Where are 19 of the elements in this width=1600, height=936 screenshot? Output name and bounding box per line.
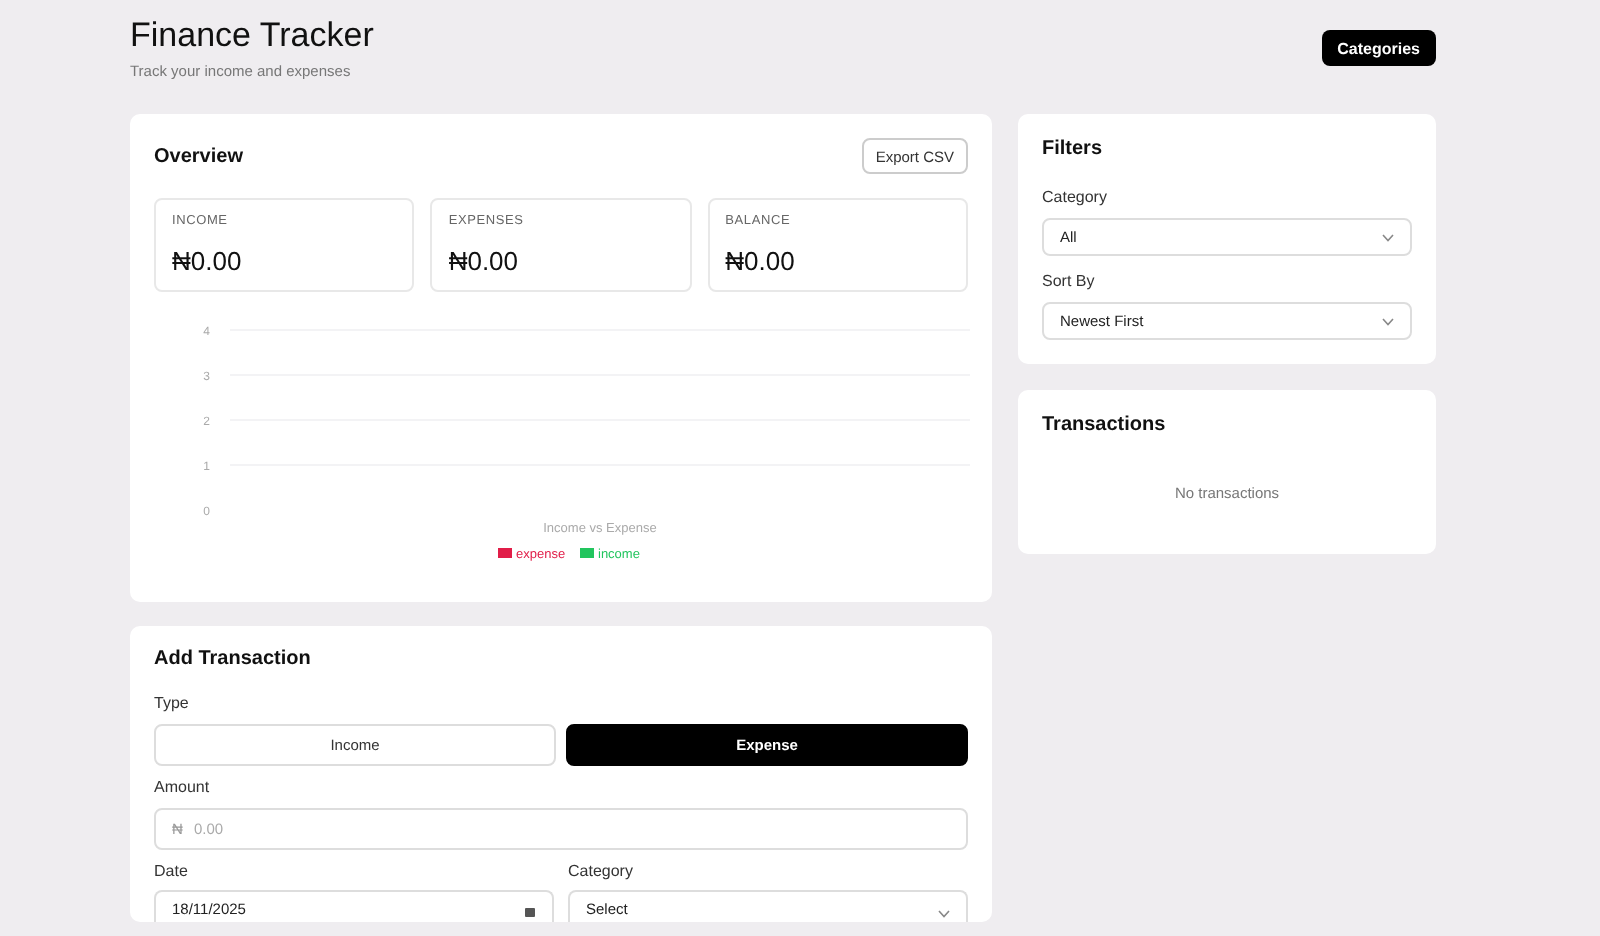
stat-value: ₦0.00 <box>725 246 797 276</box>
field-label: Category <box>1042 188 1109 206</box>
categories-button[interactable]: Categories <box>1321 30 1436 66</box>
field-label: Date <box>154 862 190 880</box>
chevron-icon <box>938 910 950 918</box>
chevron-icon <box>1382 233 1394 241</box>
section-title: Overview <box>154 145 243 167</box>
stat-value: ₦0.00 <box>172 246 244 276</box>
chevron-icon <box>1382 317 1394 325</box>
section-title: Add Transaction <box>154 648 313 670</box>
calendar-icon <box>524 906 536 918</box>
field-label: Type <box>154 694 191 712</box>
stat-value: ₦0.00 <box>448 246 521 276</box>
section-title: Transactions <box>1042 414 1168 436</box>
app-title: Finance Tracker <box>130 16 374 56</box>
field-label: Sort By <box>1042 272 1097 290</box>
field-label: Category <box>568 862 635 880</box>
field-label: Amount <box>154 778 212 796</box>
section-title: Filters <box>1042 138 1105 160</box>
